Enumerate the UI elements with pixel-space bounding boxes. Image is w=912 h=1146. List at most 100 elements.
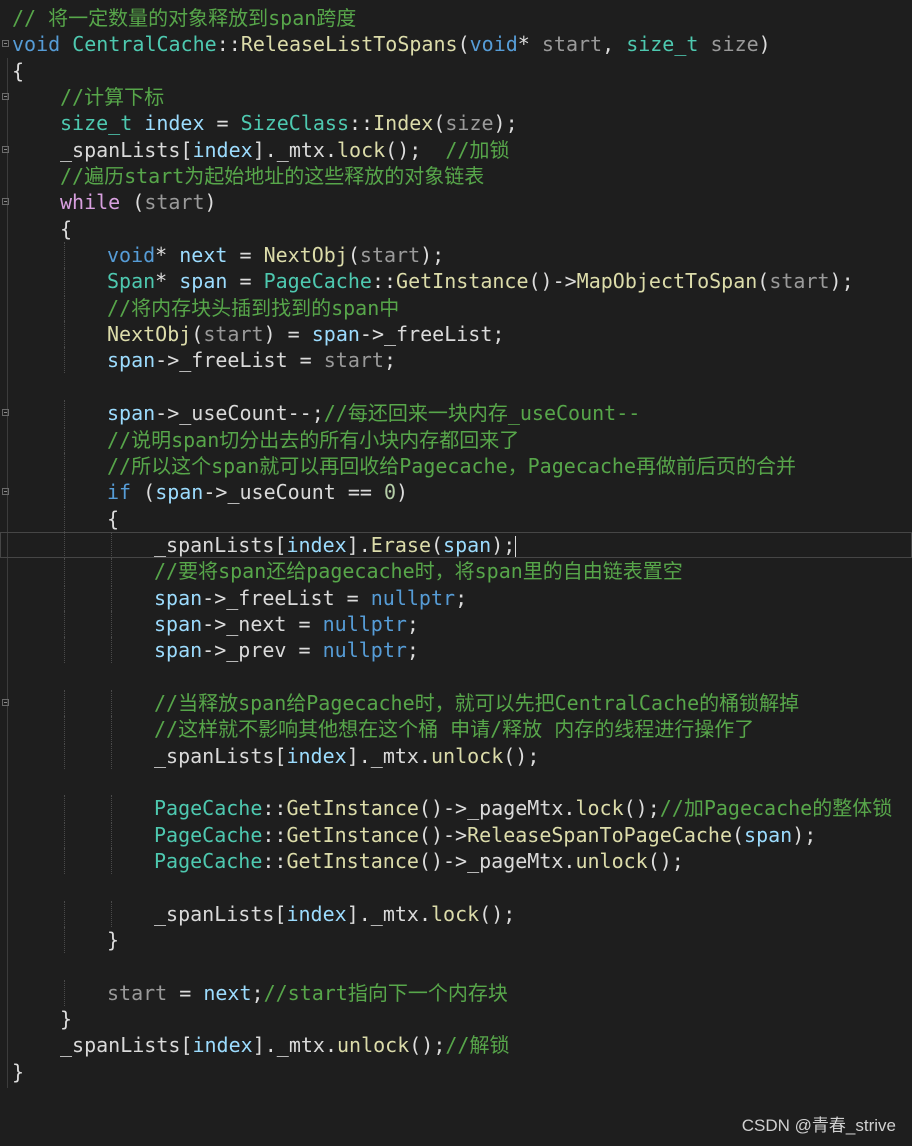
code-line[interactable]: _spanLists[index]._mtx.lock(); — [0, 900, 912, 927]
code-token: _spanLists — [60, 137, 181, 162]
code-line[interactable]: while (start) — [0, 189, 912, 215]
code-line[interactable]: start = next;//start指向下一个内存块 — [0, 979, 912, 1006]
code-token: index — [192, 1033, 253, 1058]
code-token: ; — [383, 348, 397, 373]
code-line[interactable]: void* next = NextObj(start); — [0, 242, 912, 269]
code-token: = — [334, 585, 371, 610]
code-token: start — [107, 980, 168, 1005]
code-line[interactable]: Span* span = PageCache::GetInstance()->M… — [0, 268, 912, 295]
code-line[interactable]: _spanLists[index]._mtx.unlock(); — [0, 742, 912, 769]
code-line[interactable]: PageCache::GetInstance()->ReleaseSpanToP… — [0, 821, 912, 848]
code-token: void — [107, 243, 156, 268]
code-line[interactable]: span->_next = nullptr; — [0, 610, 912, 637]
code-token: _spanLists — [154, 532, 275, 557]
code-line[interactable] — [0, 769, 912, 795]
code-token: //计算下标 — [60, 85, 165, 110]
code-token: Index — [373, 111, 434, 136]
code-token: PageCache — [154, 849, 263, 873]
code-token: [ — [180, 137, 193, 162]
code-token: span — [154, 611, 203, 636]
code-editor[interactable]: // 将一定数量的对象释放到span跨度 void CentralCache::R… — [0, 5, 912, 1085]
code-token: ]. — [252, 1033, 277, 1058]
code-line[interactable]: { — [0, 505, 912, 532]
fold-toggle-icon[interactable] — [2, 409, 9, 417]
code-text: PageCache::GetInstance()->ReleaseSpanToP… — [12, 822, 816, 848]
code-line[interactable] — [0, 664, 912, 690]
code-line[interactable] — [0, 953, 912, 979]
code-line[interactable]: span->_freeList = start; — [0, 347, 912, 374]
code-token: -> — [155, 348, 180, 373]
code-line[interactable]: //说明span切分出去的所有小块内存都回来了 — [0, 426, 912, 453]
code-line[interactable]: size_t index = SizeClass::Index(size); — [0, 110, 912, 136]
code-line[interactable]: _spanLists[index].Erase(span); — [0, 531, 912, 559]
fold-toggle-icon[interactable] — [2, 93, 9, 101]
code-line[interactable]: } — [0, 1059, 912, 1085]
code-line[interactable]: //将内存块头插到找到的span中 — [0, 294, 912, 321]
fold-toggle-icon[interactable] — [2, 40, 9, 48]
code-token: * — [155, 269, 180, 294]
code-token: ) = — [263, 322, 312, 347]
fold-toggle-icon[interactable] — [2, 198, 9, 206]
code-token: _mtx — [276, 1033, 325, 1058]
code-line[interactable] — [0, 374, 912, 400]
code-token: GetInstance — [286, 849, 419, 873]
code-text: //计算下标 — [12, 84, 164, 110]
code-text: start = next;//start指向下一个内存块 — [12, 980, 508, 1006]
code-line[interactable]: } — [0, 927, 912, 954]
code-line[interactable] — [0, 874, 912, 900]
code-line[interactable]: span->_useCount--;//每还回来一块内存_useCount-- — [0, 400, 912, 427]
code-text: //当释放span给Pagecache时，就可以先把CentralCache的桶… — [12, 690, 799, 716]
code-token: start — [359, 243, 421, 268]
code-token: while — [60, 190, 121, 215]
code-line[interactable]: PageCache::GetInstance()->_pageMtx.unloc… — [0, 848, 912, 874]
code-token: { — [12, 58, 25, 83]
code-line[interactable]: { — [0, 216, 912, 242]
code-token: ]. — [346, 532, 371, 557]
code-line[interactable]: //当释放span给Pagecache时，就可以先把CentralCache的桶… — [0, 689, 912, 716]
code-line[interactable]: //所以这个span就可以再回收给Pagecache，Pagecache再做前后… — [0, 452, 912, 479]
code-token: -> — [202, 638, 227, 663]
code-token: start — [769, 269, 830, 294]
fold-toggle-icon[interactable] — [2, 698, 9, 706]
code-line[interactable]: _spanLists[index]._mtx.lock(); //加锁 — [0, 137, 912, 163]
code-token: ]. — [346, 901, 371, 926]
code-token: unlock — [337, 1033, 410, 1058]
code-line[interactable]: PageCache::GetInstance()->_pageMtx.lock(… — [0, 795, 912, 822]
code-token: nullptr — [370, 585, 456, 610]
code-token: SizeClass — [240, 111, 350, 136]
code-token: = — [204, 111, 241, 136]
code-line[interactable]: //要将span还给pagecache时，将span里的自由链表置空 — [0, 558, 912, 585]
code-token: NextObj — [107, 322, 192, 347]
code-token: _useCount — [179, 401, 288, 426]
code-line[interactable]: void CentralCache::ReleaseListToSpans(vo… — [0, 31, 912, 57]
code-token: _useCount — [227, 480, 336, 505]
code-line[interactable]: _spanLists[index]._mtx.unlock();//解锁 — [0, 1032, 912, 1058]
code-line[interactable]: //计算下标 — [0, 84, 912, 110]
code-token: [ — [274, 743, 287, 768]
code-token: ReleaseSpanToPageCache — [467, 822, 732, 847]
code-line[interactable]: // 将一定数量的对象释放到span跨度 — [0, 5, 912, 31]
code-token: ) — [204, 190, 217, 215]
code-token: PageCache — [154, 796, 263, 821]
code-token: ()-> — [418, 849, 468, 873]
code-line[interactable]: } — [0, 1006, 912, 1032]
code-text: NextObj(start) = span->_freeList; — [12, 321, 504, 347]
code-token: size_t — [626, 32, 699, 57]
code-token: } — [12, 1059, 25, 1084]
code-token: _pageMtx — [467, 849, 564, 873]
code-line[interactable]: span->_freeList = nullptr; — [0, 584, 912, 611]
code-line[interactable]: { — [0, 58, 912, 84]
code-text: { — [12, 506, 119, 532]
code-token: _next — [226, 611, 287, 636]
code-line[interactable]: if (span->_useCount == 0) — [0, 479, 912, 506]
code-line[interactable]: //遍历start为起始地址的这些释放的对象链表 — [0, 163, 912, 189]
code-token: :: — [262, 796, 287, 821]
fold-toggle-icon[interactable] — [2, 145, 9, 153]
code-line[interactable]: //这样就不影响其他想在这个桶 申请/释放 内存的线程进行操作了 — [0, 716, 912, 743]
code-line[interactable]: span->_prev = nullptr; — [0, 637, 912, 664]
fold-toggle-icon[interactable] — [2, 488, 9, 496]
code-line[interactable]: NextObj(start) = span->_freeList; — [0, 321, 912, 348]
